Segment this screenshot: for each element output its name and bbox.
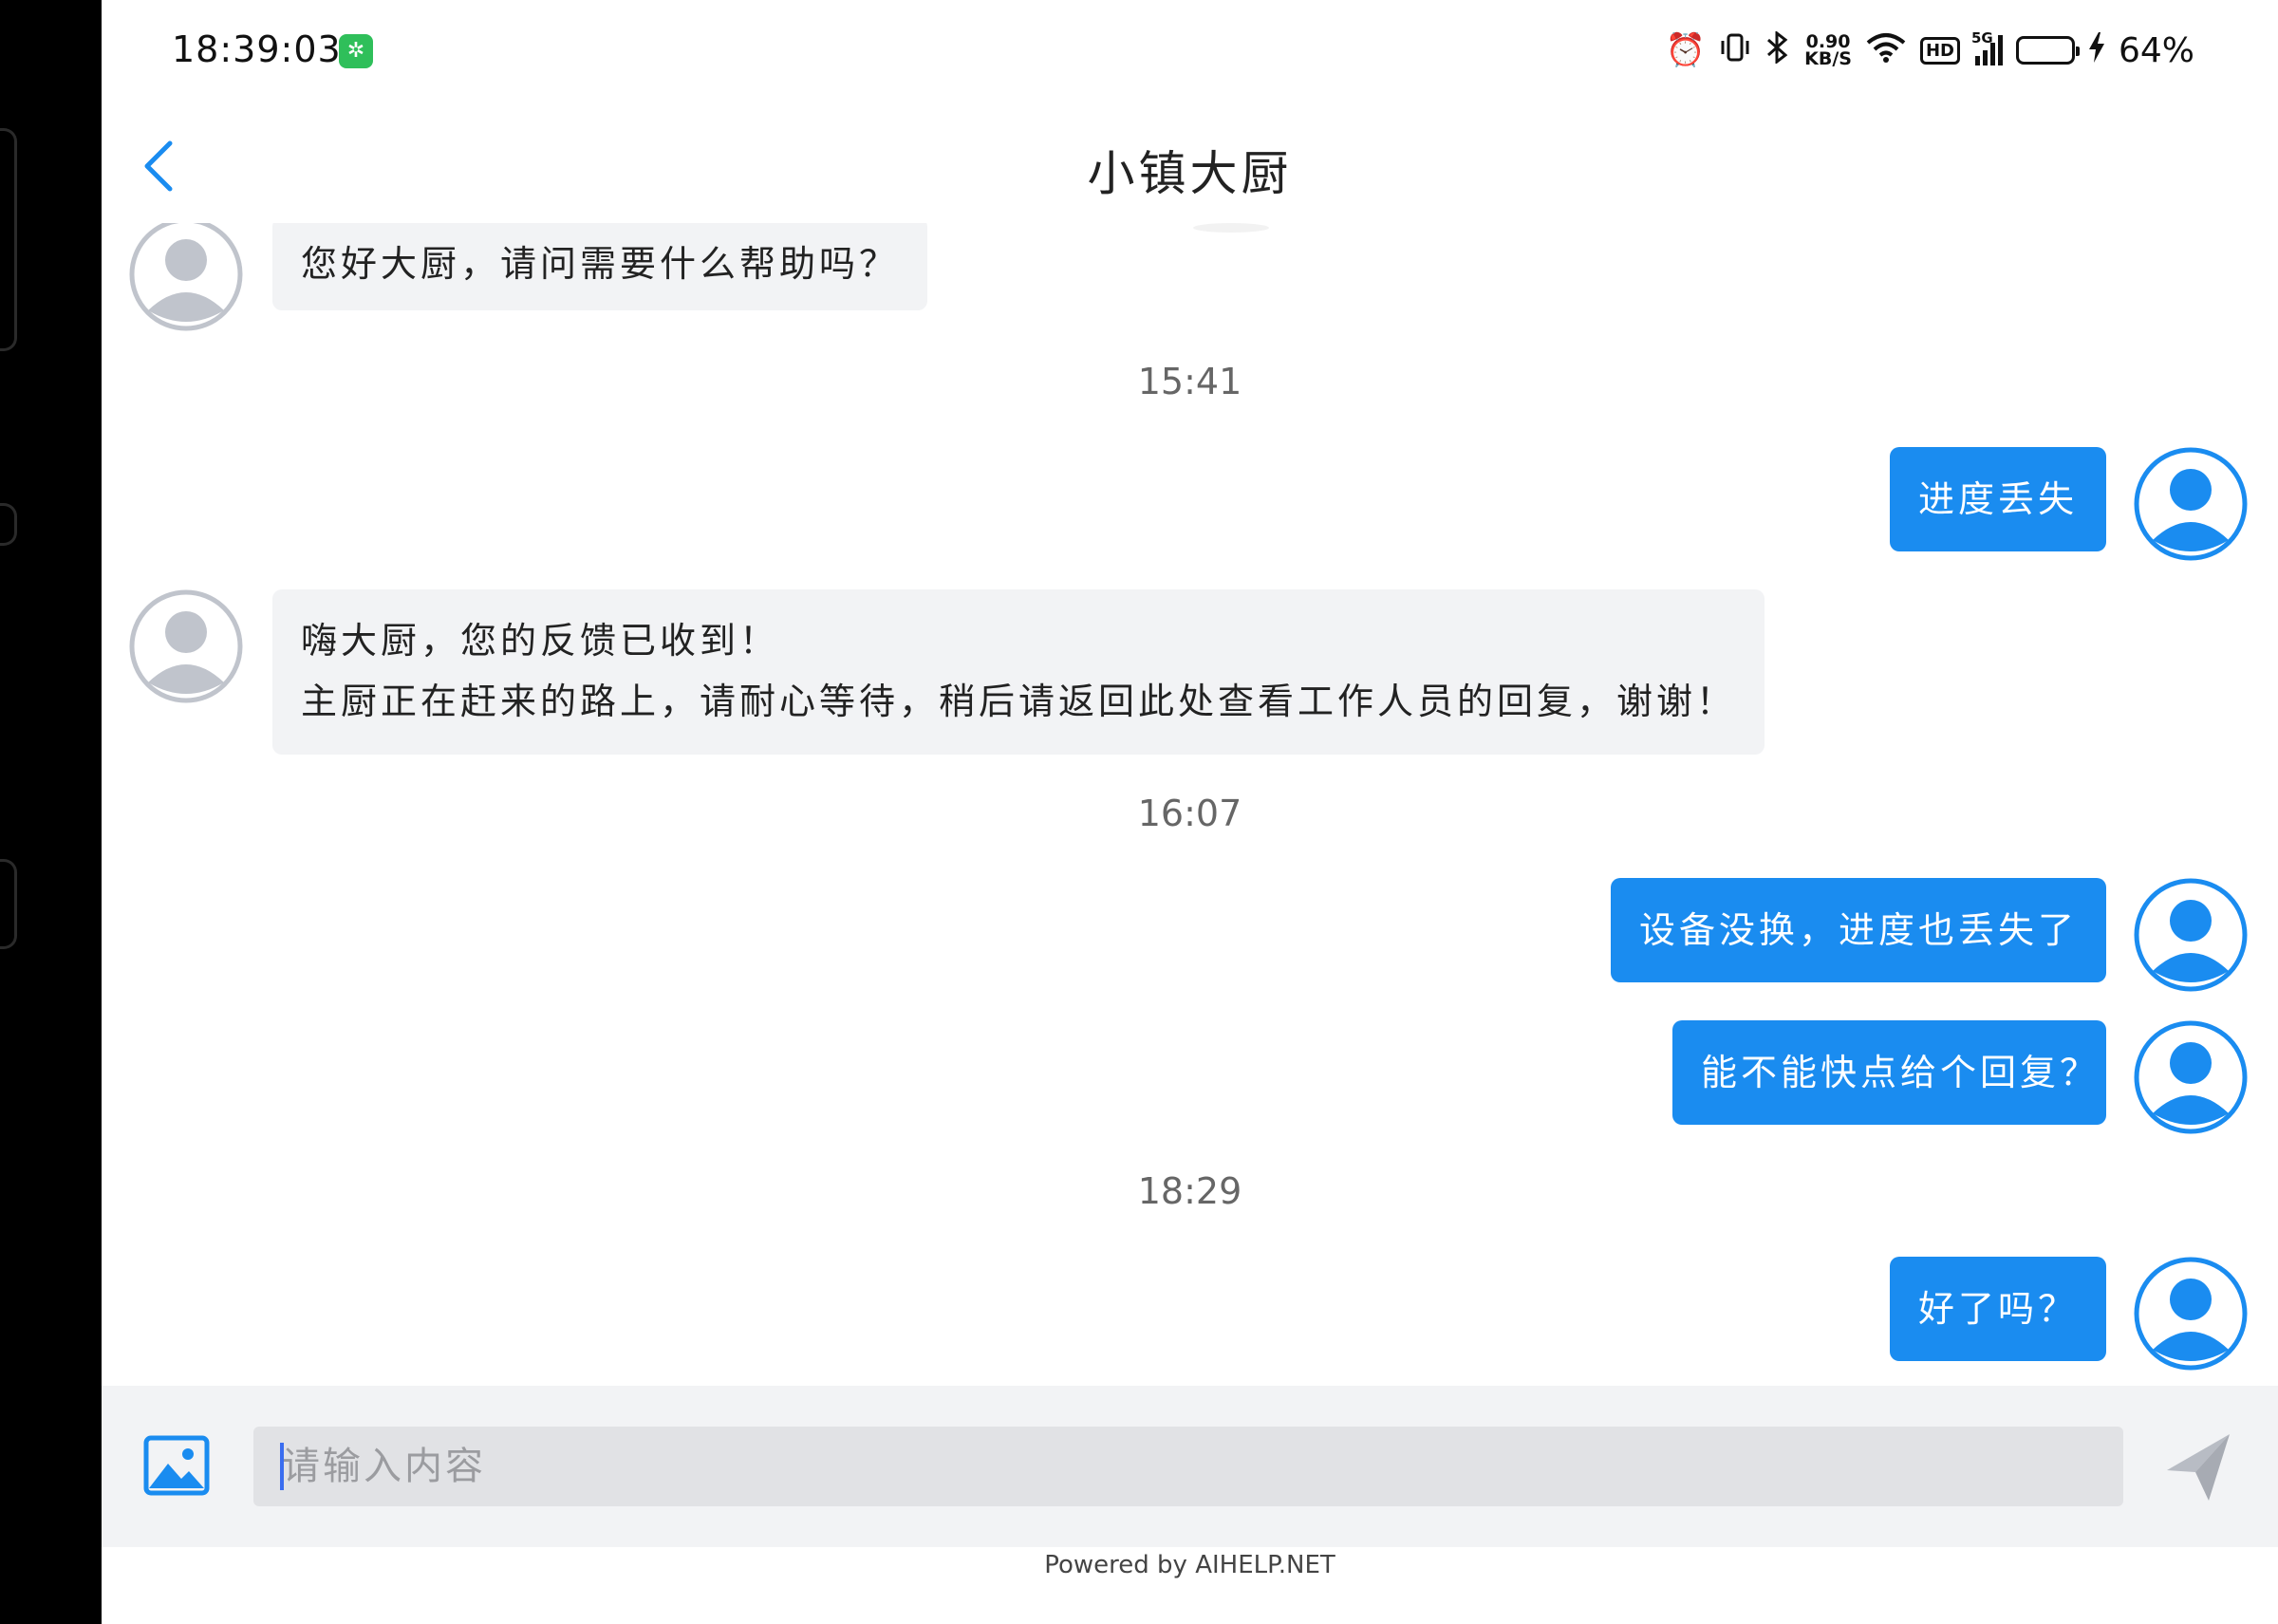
powered-by-footer: Powered by AIHELP.NET xyxy=(1044,1551,1335,1579)
chat-header: 小镇大厨 xyxy=(102,100,2278,223)
user-avatar-icon xyxy=(2134,1257,2248,1371)
message-input[interactable] xyxy=(253,1427,2123,1506)
user-avatar-icon xyxy=(2134,447,2248,561)
agent-avatar-icon xyxy=(129,223,243,331)
status-icons: ⏰ 0.90 KB/S HD 5G 64% xyxy=(1666,27,2194,74)
agent-avatar-icon xyxy=(129,589,243,703)
message-line: 主厨正在赶来的路上，请耐心等待，稍后请返回此处查看工作人员的回复，谢谢！ xyxy=(301,681,1737,722)
cellular-signal-icon: 5G xyxy=(1971,29,2003,65)
image-icon xyxy=(143,1435,210,1496)
status-bar: 18:39:03 ✲ ⏰ 0.90 KB/S HD 5G 64% xyxy=(102,0,2278,100)
send-image-button[interactable] xyxy=(143,1435,210,1496)
paper-plane-icon xyxy=(2167,1434,2230,1501)
text-caret xyxy=(280,1443,284,1490)
message-timestamp: 18:29 xyxy=(1137,1170,1242,1212)
wifi-icon xyxy=(1865,31,1907,69)
device-bezel xyxy=(0,0,102,1624)
scroll-shadow xyxy=(1193,223,1269,233)
battery-percent: 64% xyxy=(2118,30,2194,70)
vibrate-icon xyxy=(1719,31,1751,69)
net-speed-unit: KB/S xyxy=(1804,48,1852,69)
hd-voice-icon: HD xyxy=(1919,36,1960,65)
app-notification-icon: ✲ xyxy=(339,34,373,68)
chat-message-list[interactable]: 您好大厨，请问需要什么帮助吗？ 15:41 进度丢失 嗨大厨，您的反馈已收到！ … xyxy=(102,223,2278,1386)
send-button[interactable] xyxy=(2161,1428,2237,1504)
message-bubble-agent: 您好大厨，请问需要什么帮助吗？ xyxy=(272,223,928,310)
app-screen: 18:39:03 ✲ ⏰ 0.90 KB/S HD 5G 64% 小镇大厨 您好… xyxy=(102,0,2278,1624)
alarm-icon: ⏰ xyxy=(1665,31,1707,69)
bluetooth-icon xyxy=(1765,29,1791,69)
bezel-notch xyxy=(0,503,17,546)
message-timestamp: 16:07 xyxy=(1137,793,1242,834)
message-line: 嗨大厨，您的反馈已收到！ xyxy=(301,620,780,662)
user-avatar-icon xyxy=(2134,1020,2248,1134)
message-bubble-user: 进度丢失 xyxy=(1890,447,2106,551)
user-avatar-icon xyxy=(2134,878,2248,992)
network-speed: 0.90 KB/S xyxy=(1804,33,1852,69)
status-clock: 18:39:03 xyxy=(172,28,342,70)
bezel-notch xyxy=(0,128,17,351)
message-bubble-user: 好了吗？ xyxy=(1890,1257,2106,1361)
message-bubble-user: 设备没换，进度也丢失了 xyxy=(1611,878,2106,982)
message-composer xyxy=(102,1386,2278,1547)
network-type-label: 5G xyxy=(1970,29,1993,47)
battery-icon xyxy=(2015,36,2080,65)
page-title: 小镇大厨 xyxy=(1087,146,1293,201)
message-timestamp: 15:41 xyxy=(1137,361,1242,402)
message-bubble-user: 能不能快点给个回复？ xyxy=(1672,1020,2106,1125)
bezel-notch xyxy=(0,859,17,949)
message-bubble-agent: 嗨大厨，您的反馈已收到！ 主厨正在赶来的路上，请耐心等待，稍后请返回此处查看工作… xyxy=(272,589,1765,755)
charging-icon xyxy=(2088,32,2105,68)
